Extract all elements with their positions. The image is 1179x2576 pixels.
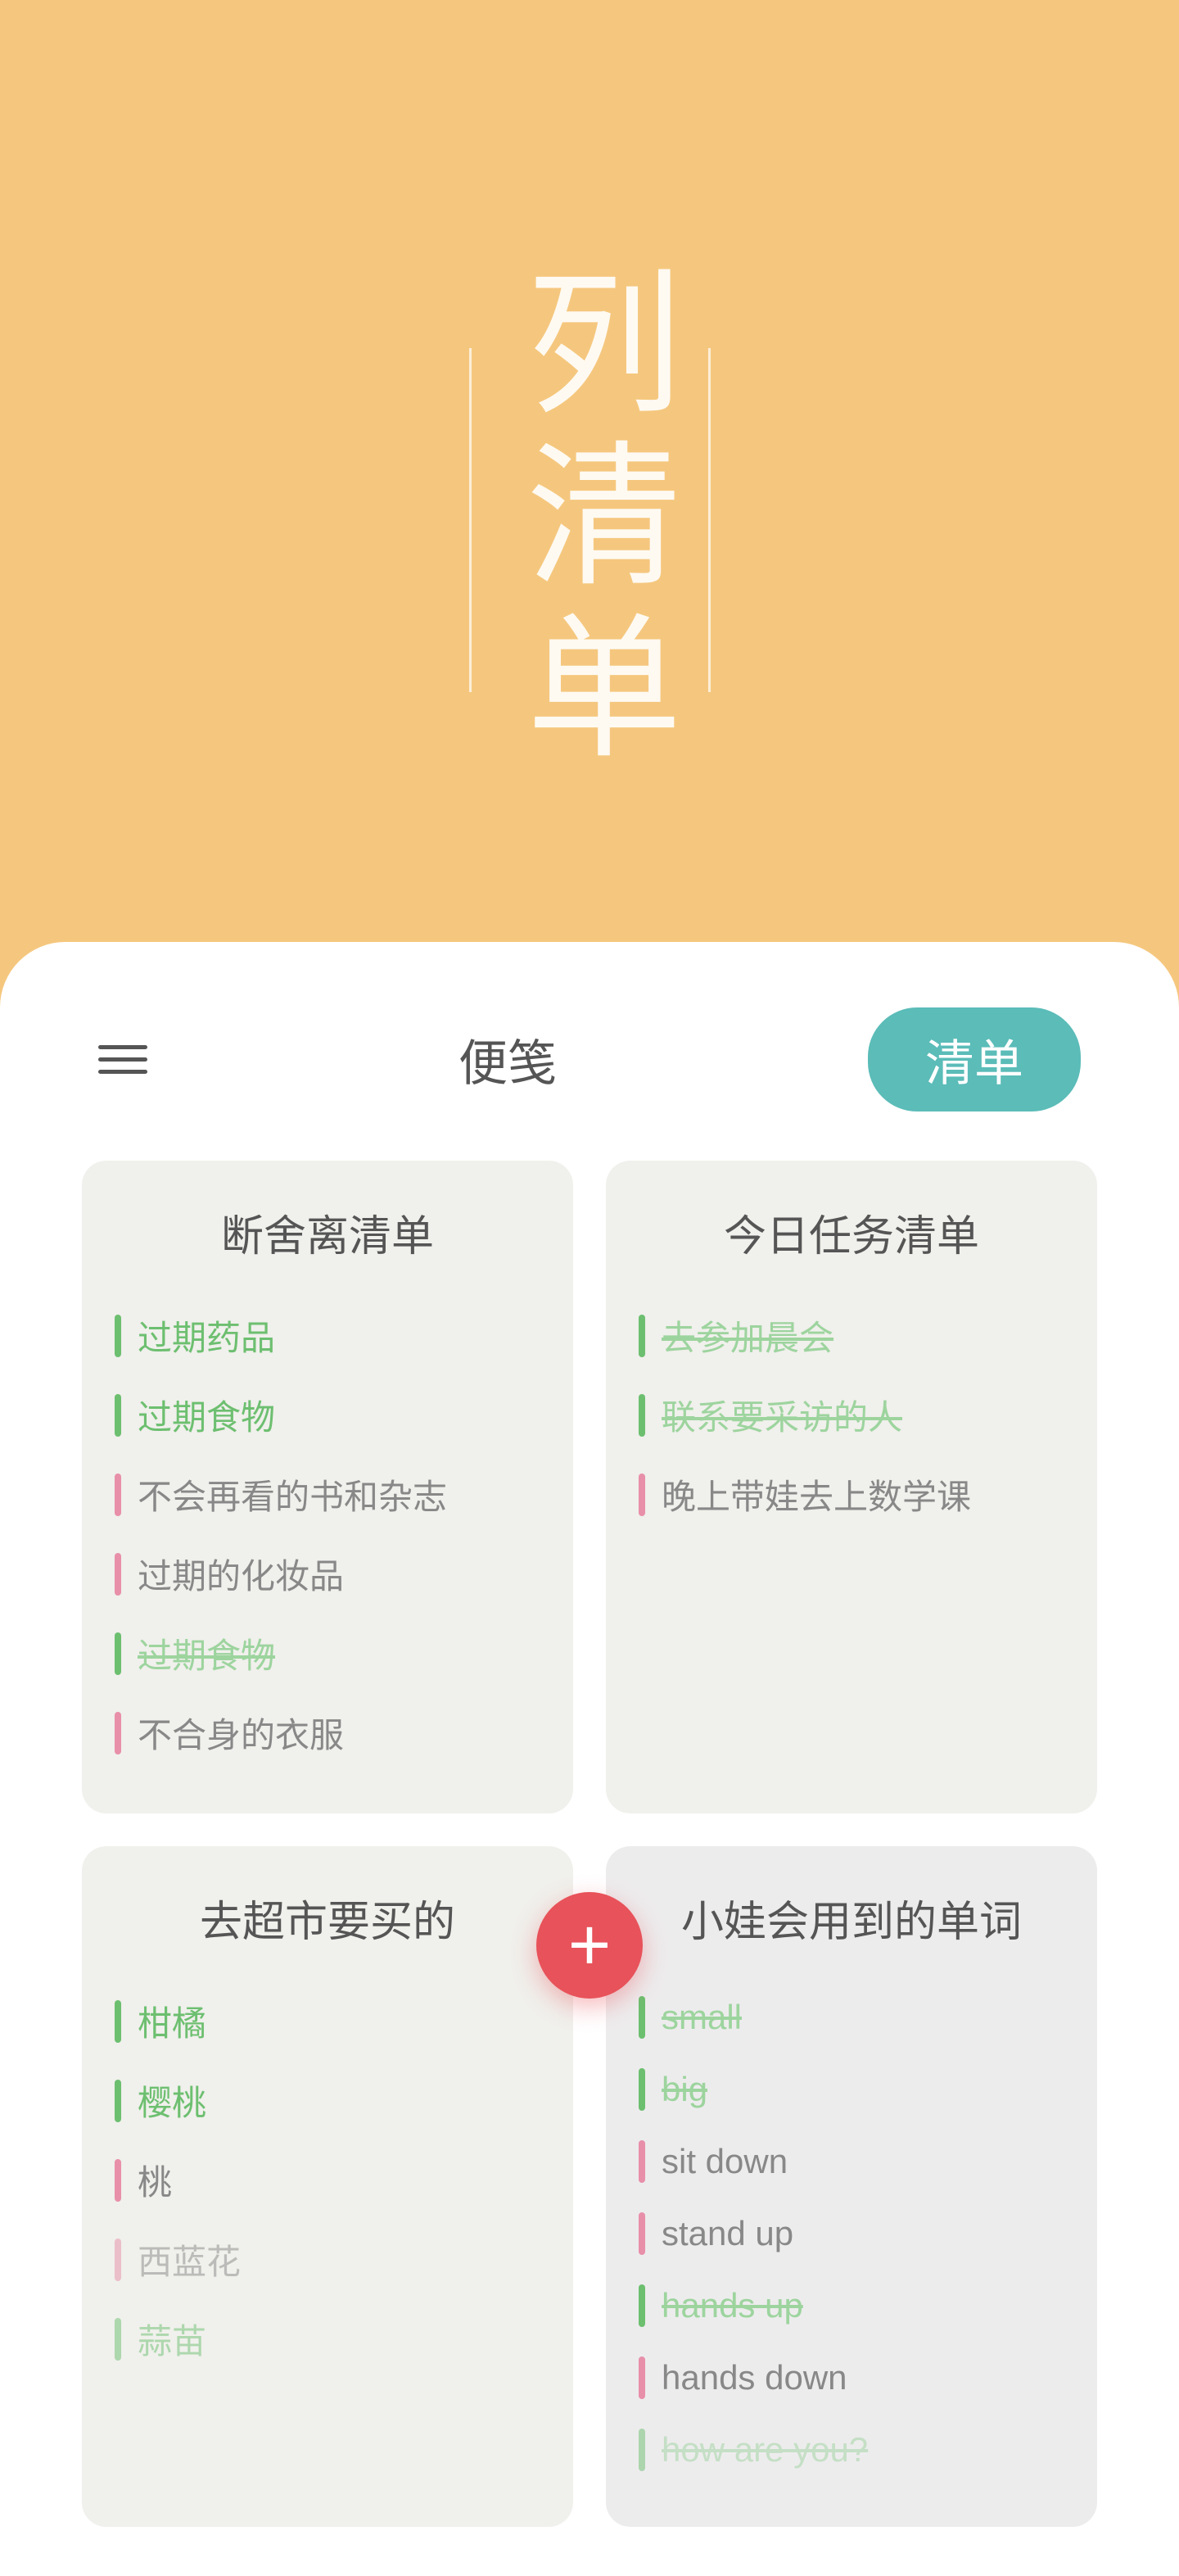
indicator-green [639, 1394, 645, 1437]
indicator-green [639, 1315, 645, 1357]
list-item: 桃 [115, 2140, 540, 2220]
nav-bar: 便笺 清单 [66, 991, 1114, 1161]
list-item: sit down [639, 2126, 1064, 2198]
item-text: hands up [662, 2286, 803, 2325]
list-item: 晚上带娃去上数学课 [639, 1455, 1064, 1534]
list-card-vocabulary: 小娃会用到的单词 small big sit down stand up han… [606, 1846, 1097, 2527]
item-text: 过期药品 [138, 1311, 275, 1360]
indicator-green [115, 1315, 121, 1357]
list-item: 去参加晨会 [639, 1296, 1064, 1375]
list-card-danshari: 断舍离清单 过期药品 过期食物 不会再看的书和杂志 过期的化妆品 过期食物 [82, 1161, 573, 1813]
list-item: 西蓝花 [115, 2220, 540, 2299]
item-text: 联系要采访的人 [662, 1390, 902, 1440]
item-text: 桃 [138, 2155, 172, 2205]
title-container: 列清单 [298, 262, 882, 778]
item-text: 蒜苗 [138, 2314, 206, 2364]
indicator-pink [115, 2159, 121, 2202]
indicator-green [115, 2318, 121, 2361]
main-card: 便笺 清单 断舍离清单 过期药品 过期食物 不会再看的书和杂志 过期的化妆品 [0, 942, 1179, 2576]
indicator-pink [115, 1712, 121, 1754]
indicator-green [639, 2284, 645, 2327]
indicator-green [115, 1394, 121, 1437]
item-text: sit down [662, 2142, 788, 2181]
item-text: 去参加晨会 [662, 1311, 833, 1360]
list-tab[interactable]: 清单 [868, 1007, 1081, 1111]
list-title-supermarket: 去超市要买的 [115, 1887, 540, 1949]
indicator-green [639, 2068, 645, 2111]
title-border-left [469, 348, 472, 692]
list-item: hands up [639, 2270, 1064, 2342]
notes-tab[interactable]: 便笺 [458, 1024, 557, 1095]
title-border-right [708, 348, 711, 692]
item-text: 不合身的衣服 [138, 1708, 344, 1758]
list-item: how are you? [639, 2414, 1064, 2486]
hero-title: 列清单 [504, 262, 675, 778]
add-button[interactable]: + [536, 1892, 643, 1999]
list-item: 过期食物 [115, 1375, 540, 1455]
item-text: 不会再看的书和杂志 [138, 1469, 447, 1519]
list-item: small [639, 1981, 1064, 2053]
item-text: stand up [662, 2214, 793, 2253]
item-text: 柑橘 [138, 1996, 206, 2046]
indicator-pink [115, 1553, 121, 1596]
item-text: 晚上带娃去上数学课 [662, 1469, 971, 1519]
menu-button[interactable] [98, 1045, 147, 1074]
list-card-supermarket: 去超市要买的 柑橘 樱桃 桃 西蓝花 蒜苗 [82, 1846, 573, 2527]
indicator-pink [639, 1474, 645, 1516]
indicator-green [115, 2000, 121, 2043]
list-grid: 断舍离清单 过期药品 过期食物 不会再看的书和杂志 过期的化妆品 过期食物 [66, 1161, 1114, 2527]
list-title-tasks: 今日任务清单 [639, 1202, 1064, 1263]
indicator-pink [639, 2212, 645, 2255]
indicator-pink [639, 2140, 645, 2183]
indicator-green [639, 2429, 645, 2471]
indicator-pink [115, 2239, 121, 2281]
item-text: big [662, 2070, 707, 2109]
list-title-danshari: 断舍离清单 [115, 1202, 540, 1263]
list-item: 不合身的衣服 [115, 1693, 540, 1772]
item-text: 过期食物 [138, 1628, 275, 1678]
list-item: 蒜苗 [115, 2299, 540, 2379]
indicator-pink [639, 2356, 645, 2399]
list-item: 柑橘 [115, 1981, 540, 2061]
item-text: how are you? [662, 2430, 868, 2470]
list-item: 过期药品 [115, 1296, 540, 1375]
list-item: 联系要采访的人 [639, 1375, 1064, 1455]
item-text: hands down [662, 2358, 847, 2397]
list-item: hands down [639, 2342, 1064, 2414]
list-item: 樱桃 [115, 2061, 540, 2140]
list-card-tasks: 今日任务清单 去参加晨会 联系要采访的人 晚上带娃去上数学课 [606, 1161, 1097, 1813]
hero-section: 列清单 [0, 0, 1179, 942]
item-text: 西蓝花 [138, 2234, 241, 2284]
list-title-vocabulary: 小娃会用到的单词 [639, 1887, 1064, 1949]
list-item: 不会再看的书和杂志 [115, 1455, 540, 1534]
indicator-green [115, 2080, 121, 2122]
list-item: big [639, 2053, 1064, 2126]
plus-icon: + [568, 1904, 612, 1988]
item-text: 过期的化妆品 [138, 1549, 344, 1599]
item-text: small [662, 1998, 742, 2037]
indicator-pink [115, 1474, 121, 1516]
indicator-green [639, 1996, 645, 2039]
list-item: 过期食物 [115, 1614, 540, 1693]
item-text: 过期食物 [138, 1390, 275, 1440]
list-item: stand up [639, 2198, 1064, 2270]
indicator-green [115, 1632, 121, 1675]
item-text: 樱桃 [138, 2076, 206, 2126]
list-item: 过期的化妆品 [115, 1534, 540, 1614]
